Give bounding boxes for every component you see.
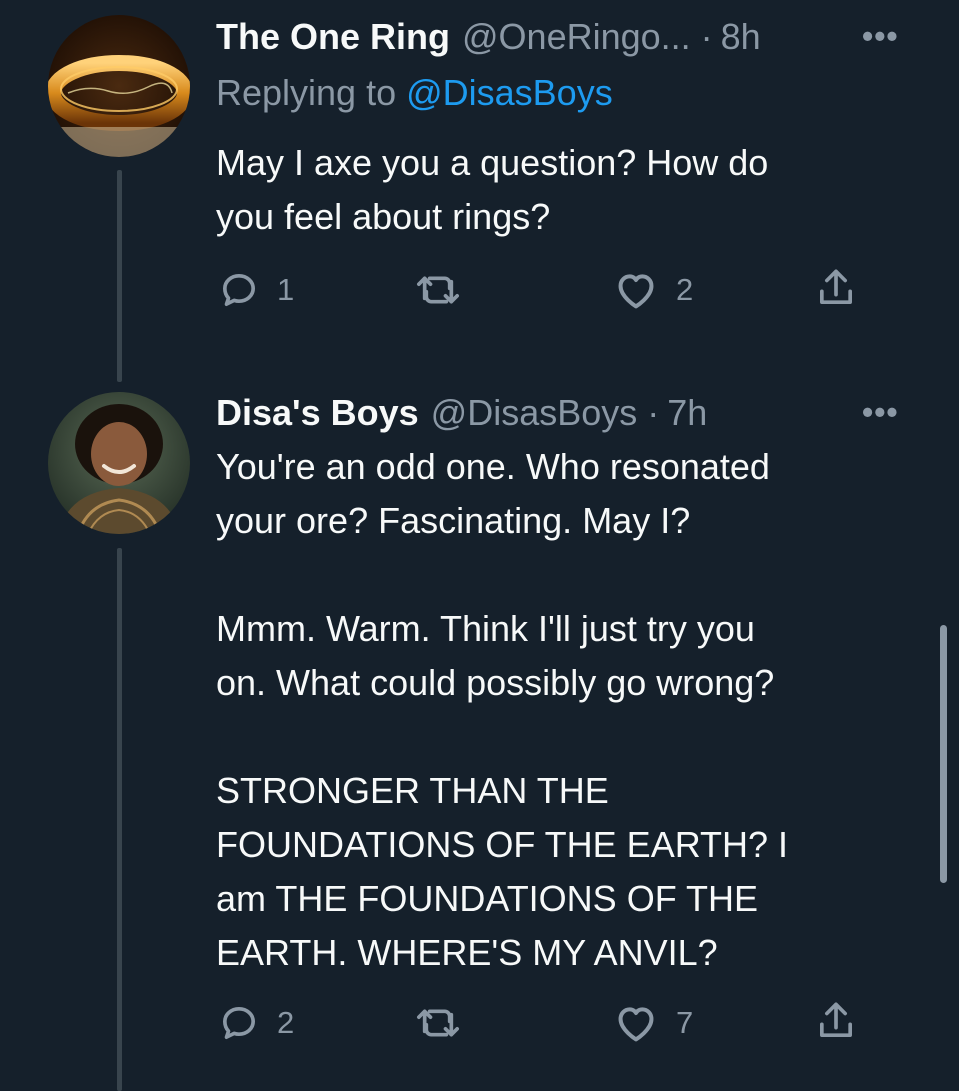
reply-count: 1 [277,272,295,307]
user-handle[interactable]: @OneRingo... [462,16,691,58]
timestamp[interactable]: 8h [721,16,761,58]
more-options-icon[interactable]: ••• [862,394,899,431]
share-icon [820,1002,852,1037]
speech-bubble-icon [223,1007,256,1039]
avatar-disas-boys[interactable] [48,392,190,534]
like-count: 7 [676,1005,694,1040]
tweet-text: May I axe you a question? How do you fee… [216,142,769,237]
reply-button[interactable]: 2 [219,1003,294,1043]
thread-line [117,170,122,382]
separator-dot: · [647,392,660,433]
heart-icon [618,274,654,309]
share-icon [820,269,852,304]
like-button[interactable]: 2 [614,270,693,310]
share-button[interactable] [816,266,856,310]
replying-handle-link[interactable]: @DisasBoys [406,72,613,113]
replying-to: Replying to @DisasBoys [216,72,613,114]
retweet-icon [417,1009,459,1037]
retweet-button[interactable] [414,1003,480,1043]
tweet-header: Disa's Boys @DisasBoys · 7h [216,392,707,434]
timestamp[interactable]: 7h [667,392,707,434]
retweet-button[interactable] [414,270,480,310]
tweet-header: The One Ring @OneRingo... · 8h [216,16,761,58]
replying-label: Replying to [216,72,407,113]
display-name[interactable]: Disa's Boys [216,392,419,434]
avatar-one-ring[interactable] [48,15,190,157]
retweet-icon [417,276,459,304]
like-count: 2 [676,272,694,307]
speech-bubble-icon [223,274,256,306]
reply-count: 2 [277,1005,295,1040]
separator-dot: · [700,16,713,57]
more-options-icon[interactable]: ••• [862,18,899,55]
like-button[interactable]: 7 [614,1003,693,1043]
scrollbar[interactable] [940,625,947,883]
share-button[interactable] [816,999,856,1043]
heart-icon [618,1007,654,1042]
reply-button[interactable]: 1 [219,270,294,310]
user-handle[interactable]: @DisasBoys [431,392,638,434]
display-name[interactable]: The One Ring [216,16,450,58]
tweet-text: You're an odd one. Who resonated your or… [216,446,789,973]
thread-line [117,548,122,1091]
